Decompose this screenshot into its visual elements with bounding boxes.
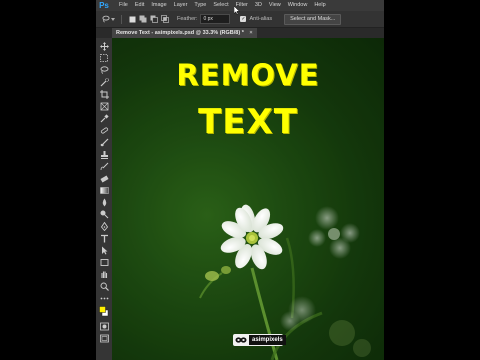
gradient-icon[interactable]: [99, 185, 109, 195]
document-canvas[interactable]: REMOVE TEXT asimpixels: [112, 38, 384, 360]
menu-image[interactable]: Image: [151, 0, 166, 11]
options-bar: Feather: 0 px ✓ Anti-alias Select and Ma…: [96, 11, 384, 28]
screen-mode-icon[interactable]: [99, 333, 109, 343]
zoom-icon[interactable]: [99, 281, 109, 291]
headline-text: TEXT: [198, 102, 298, 142]
menu-3d[interactable]: 3D: [255, 0, 262, 11]
infinity-logo-icon: [235, 336, 247, 345]
headline-remove: REMOVE: [176, 58, 320, 92]
intersect-selection-icon[interactable]: [161, 15, 169, 23]
clone-stamp-icon[interactable]: [99, 149, 109, 159]
move-icon[interactable]: [99, 41, 109, 51]
watermark-text: asimpixels: [249, 335, 286, 345]
eyedropper-icon[interactable]: [99, 113, 109, 123]
healing-brush-icon[interactable]: [99, 125, 109, 135]
select-and-mask-button[interactable]: Select and Mask...: [284, 13, 342, 25]
watermark-badge: asimpixels: [233, 334, 286, 346]
close-icon[interactable]: ×: [249, 30, 252, 36]
document-tab-title: Remove Text - asimpixels.psd @ 33.3% (RG…: [116, 30, 244, 36]
document-tab-bar: Remove Text - asimpixels.psd @ 33.3% (RG…: [112, 28, 384, 38]
feather-input[interactable]: 0 px: [200, 14, 231, 24]
photoshop-window: Ps File Edit Image Layer Type Select Fil…: [96, 0, 384, 360]
blur-icon[interactable]: [99, 197, 109, 207]
history-brush-icon[interactable]: [99, 161, 109, 171]
chevron-down-icon[interactable]: [111, 15, 115, 23]
pen-icon[interactable]: [99, 221, 109, 231]
lasso-icon[interactable]: [99, 65, 109, 75]
menu-view[interactable]: View: [269, 0, 281, 11]
quick-select-icon[interactable]: [99, 77, 109, 87]
marquee-icon[interactable]: [99, 53, 109, 63]
rectangle-icon[interactable]: [99, 257, 109, 267]
photoshop-logo: Ps: [99, 1, 109, 10]
tools-panel: [96, 38, 112, 360]
menu-window[interactable]: Window: [288, 0, 308, 11]
frame-icon[interactable]: [99, 101, 109, 111]
antialias-label: Anti-alias: [249, 16, 273, 22]
add-to-selection-icon[interactable]: [139, 15, 147, 23]
menu-file[interactable]: File: [119, 0, 128, 11]
divider: [121, 14, 122, 24]
type-icon[interactable]: [99, 233, 109, 243]
menu-edit[interactable]: Edit: [135, 0, 144, 11]
antialias-checkbox[interactable]: ✓: [240, 16, 247, 22]
subtract-from-selection-icon[interactable]: [150, 15, 158, 23]
menu-select[interactable]: Select: [213, 0, 228, 11]
quick-mask-icon[interactable]: [99, 321, 109, 331]
path-select-icon[interactable]: [99, 245, 109, 255]
dodge-icon[interactable]: [99, 209, 109, 219]
mouse-cursor-icon: [233, 2, 241, 20]
color-swatches-icon[interactable]: [99, 305, 109, 317]
crop-icon[interactable]: [99, 89, 109, 99]
eraser-icon[interactable]: [99, 173, 109, 183]
hand-icon[interactable]: [99, 269, 109, 279]
brush-icon[interactable]: [99, 137, 109, 147]
document-tab[interactable]: Remove Text - asimpixels.psd @ 33.3% (RG…: [112, 28, 257, 38]
menu-bar: Ps File Edit Image Layer Type Select Fil…: [96, 0, 384, 11]
feather-label: Feather:: [177, 16, 198, 22]
lasso-preset-icon[interactable]: [102, 15, 110, 23]
menu-help[interactable]: Help: [314, 0, 325, 11]
menu-type[interactable]: Type: [194, 0, 206, 11]
menu-layer[interactable]: Layer: [174, 0, 188, 11]
more-tools-icon[interactable]: [99, 293, 109, 303]
new-selection-icon[interactable]: [128, 15, 136, 23]
